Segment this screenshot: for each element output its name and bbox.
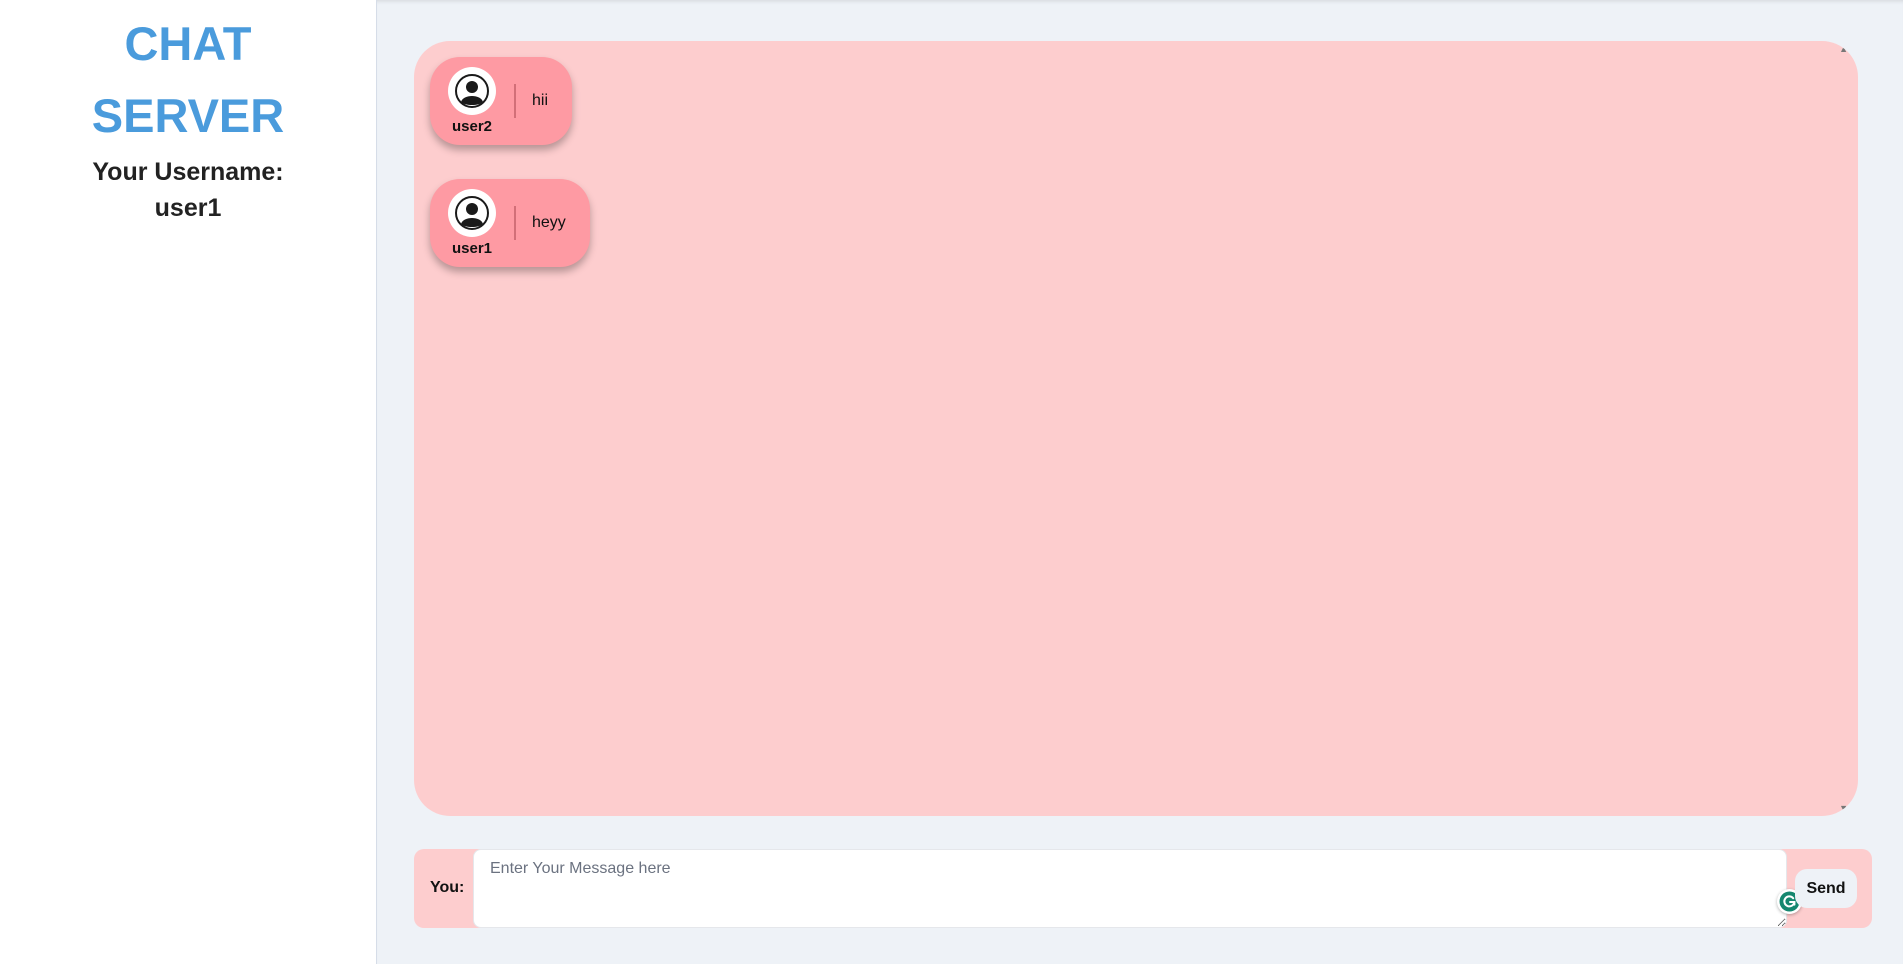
message-sender: user2 bbox=[446, 67, 498, 135]
app-title-line1: CHAT bbox=[124, 17, 252, 70]
app-title: CHAT SERVER bbox=[0, 0, 376, 152]
message-bubble: user2 hii bbox=[430, 57, 573, 145]
main-area: ▲ ▼ user2 hii user1 heyy You: Enter Your… bbox=[377, 0, 1903, 964]
scroll-down-arrow-icon[interactable]: ▼ bbox=[1839, 803, 1848, 813]
sidebar: CHAT SERVER Your Username: user1 bbox=[0, 0, 377, 964]
bubble-divider bbox=[514, 206, 516, 240]
message-username: user2 bbox=[451, 118, 493, 135]
message-text: hii bbox=[532, 92, 549, 109]
message-composer: You: Send bbox=[414, 849, 1872, 928]
message-bubble: user1 heyy bbox=[430, 179, 590, 267]
username-value: user1 bbox=[154, 194, 222, 222]
message-input[interactable] bbox=[473, 849, 1787, 928]
user-circle-icon bbox=[448, 189, 496, 237]
username-block: Your Username: user1 bbox=[0, 154, 376, 226]
message-sender: user1 bbox=[446, 189, 498, 257]
you-label: You: bbox=[430, 879, 465, 896]
user-circle-icon bbox=[448, 67, 496, 115]
scroll-up-arrow-icon[interactable]: ▲ bbox=[1839, 44, 1848, 54]
bubble-divider bbox=[514, 84, 516, 118]
username-label: Your Username: bbox=[92, 158, 284, 186]
send-button[interactable]: Send bbox=[1795, 869, 1857, 908]
message-text: heyy bbox=[532, 214, 566, 231]
message-username: user1 bbox=[451, 240, 493, 257]
app-root: CHAT SERVER Your Username: user1 ▲ ▼ use… bbox=[0, 0, 1903, 964]
app-title-line2: SERVER bbox=[91, 89, 285, 142]
chat-window[interactable]: ▲ ▼ user2 hii user1 heyy bbox=[414, 41, 1858, 816]
